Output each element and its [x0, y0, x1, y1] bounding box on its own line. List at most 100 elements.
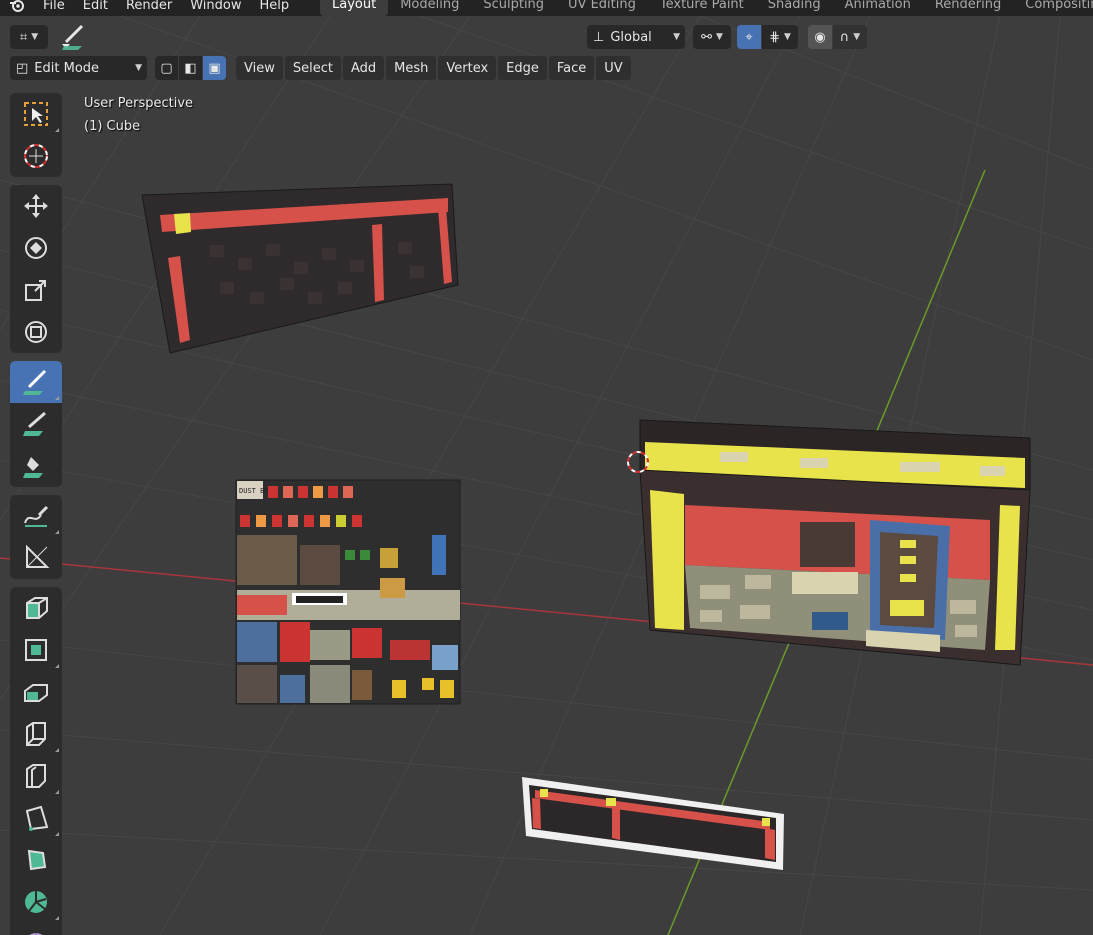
spin-tool[interactable] — [10, 881, 62, 923]
3d-viewport[interactable]: DUST BULB ⌗ ▼ ⊥ Global ▼ ⚯ ▼ ⌖ ⋕ ▼ ◉ ∩ ▼… — [0, 16, 1093, 935]
edit-mode-icon: ◰ — [16, 60, 29, 76]
poly-build-tool[interactable] — [10, 839, 62, 881]
rotate-icon — [25, 237, 47, 259]
edge-select-button[interactable]: ◧ — [179, 56, 202, 80]
transform-header: ⊥ Global ▼ ⚯ ▼ ⌖ ⋕ ▼ ◉ ∩ ▼ — [587, 24, 867, 50]
chevron-down-icon: ▼ — [31, 32, 39, 42]
menu-mesh[interactable]: Mesh — [386, 56, 437, 80]
bevel-tool[interactable] — [10, 713, 62, 755]
menu-render[interactable]: Render — [117, 0, 181, 13]
menu-file[interactable]: File — [34, 0, 74, 13]
tool-group-annotate — [10, 361, 62, 487]
tab-rendering[interactable]: Rendering — [923, 0, 1013, 16]
inset-tool[interactable] — [10, 671, 62, 713]
bevel-icon — [26, 722, 46, 746]
falloff-dropdown[interactable]: ∩ ▼ — [833, 25, 867, 49]
move-tool[interactable] — [10, 185, 62, 227]
proportional-edit-toggle[interactable]: ◉ — [808, 25, 832, 49]
select-box-tool[interactable] — [10, 93, 62, 135]
menu-add[interactable]: Add — [342, 56, 385, 80]
annotate-fill-tool[interactable] — [10, 445, 62, 487]
annotate-tool[interactable] — [10, 361, 62, 403]
editor-type-button[interactable]: ⌗ ▼ — [10, 25, 48, 49]
proportional-group: ◉ ∩ ▼ — [808, 25, 867, 49]
mode-value: Edit Mode — [34, 60, 100, 76]
scale-tool[interactable] — [10, 269, 62, 311]
menu-view[interactable]: View — [236, 56, 283, 80]
viewport-scene: DUST BULB — [0, 16, 1093, 935]
tool-group-select — [10, 93, 62, 177]
snap-target-dropdown[interactable]: ⋕ ▼ — [762, 25, 798, 49]
extrude-icon — [25, 639, 47, 661]
menu-select[interactable]: Select — [284, 56, 341, 80]
tab-uv-editing[interactable]: UV Editing — [556, 0, 648, 16]
pivot-point-dropdown[interactable]: ⚯ ▼ — [693, 25, 731, 49]
storefront-mesh — [627, 419, 1031, 666]
transform-tool[interactable] — [10, 311, 62, 353]
loop-cut-tool[interactable] — [10, 755, 62, 797]
menu-help[interactable]: Help — [251, 0, 299, 13]
smooth-tool[interactable] — [10, 923, 62, 935]
mode-header: ◰ Edit Mode ▼ ▢ ◧ ▣ View Select Add Mesh… — [10, 55, 633, 81]
smooth-icon — [29, 933, 43, 935]
annotate-line-icon — [23, 411, 46, 436]
mode-dropdown[interactable]: ◰ Edit Mode ▼ — [10, 56, 147, 80]
select-box-icon — [24, 102, 48, 126]
chevron-down-icon: ▼ — [783, 32, 791, 42]
tab-animation[interactable]: Animation — [833, 0, 923, 16]
rotate-tool[interactable] — [10, 227, 62, 269]
blender-logo-icon[interactable] — [0, 0, 34, 13]
tab-sculpting[interactable]: Sculpting — [471, 0, 556, 16]
loop-cut-icon — [26, 764, 46, 788]
tool-group-measure — [10, 495, 62, 579]
menu-uv[interactable]: UV — [596, 56, 631, 80]
transform-icon — [25, 321, 47, 343]
annotate-tool-icon[interactable] — [60, 22, 88, 52]
tab-modeling[interactable]: Modeling — [388, 0, 471, 16]
snap-icon: ⌖ — [745, 29, 753, 45]
annotate-line-tool[interactable] — [10, 403, 62, 445]
scale-icon — [25, 280, 46, 301]
vertex-select-button[interactable]: ▢ — [155, 56, 178, 80]
menu-window[interactable]: Window — [181, 0, 250, 13]
tab-texture-paint[interactable]: Texture Paint — [648, 0, 756, 16]
add-cube-icon — [26, 597, 48, 619]
chevron-down-icon: ▼ — [135, 63, 142, 73]
blender-window: File Edit Render Window Help Layout Mode… — [0, 0, 1093, 935]
knife-tool[interactable] — [10, 797, 62, 839]
transform-orientation-dropdown[interactable]: ⊥ Global ▼ — [587, 25, 685, 49]
tool-group-transform — [10, 185, 62, 353]
viewport-menus: View Select Add Mesh Vertex Edge Face UV — [236, 56, 633, 80]
texture-atlas-plane: DUST BULB — [235, 479, 461, 705]
tab-layout[interactable]: Layout — [320, 0, 389, 16]
proportional-edit-icon: ◉ — [814, 29, 826, 45]
inset-icon — [24, 684, 48, 702]
snap-toggle[interactable]: ⌖ — [737, 25, 761, 49]
measure-tool[interactable] — [10, 537, 62, 579]
add-cube-tool[interactable] — [10, 587, 62, 629]
tool-group-mesh — [10, 587, 62, 935]
menu-edit[interactable]: Edit — [74, 0, 117, 13]
menu-face[interactable]: Face — [548, 56, 595, 80]
menu-edge[interactable]: Edge — [498, 56, 547, 80]
cursor-tool[interactable] — [10, 135, 62, 177]
orientation-value: Global — [610, 29, 652, 45]
tab-compositing[interactable]: Compositin — [1013, 0, 1093, 16]
menu-vertex[interactable]: Vertex — [438, 56, 497, 80]
snap-increment-icon: ⋕ — [769, 29, 780, 45]
face-select-button[interactable]: ▣ — [203, 56, 226, 80]
chevron-down-icon: ▼ — [853, 32, 861, 42]
perspective-label: User Perspective — [84, 96, 194, 111]
workspace-tabs: Layout Modeling Sculpting UV Editing Tex… — [320, 0, 1093, 16]
annotate-freehand-icon — [24, 505, 49, 527]
chevron-down-icon: ▼ — [715, 32, 723, 42]
vertex-select-icon: ▢ — [160, 60, 173, 76]
extrude-tool[interactable] — [10, 629, 62, 671]
snap-group: ⌖ ⋕ ▼ — [737, 25, 798, 49]
annotate-fill-icon — [23, 457, 43, 478]
chevron-down-icon: ▼ — [673, 32, 680, 42]
tab-shading[interactable]: Shading — [756, 0, 833, 16]
spin-icon — [25, 891, 47, 913]
annotate-freehand-tool[interactable] — [10, 495, 62, 537]
face-select-icon: ▣ — [208, 60, 221, 76]
